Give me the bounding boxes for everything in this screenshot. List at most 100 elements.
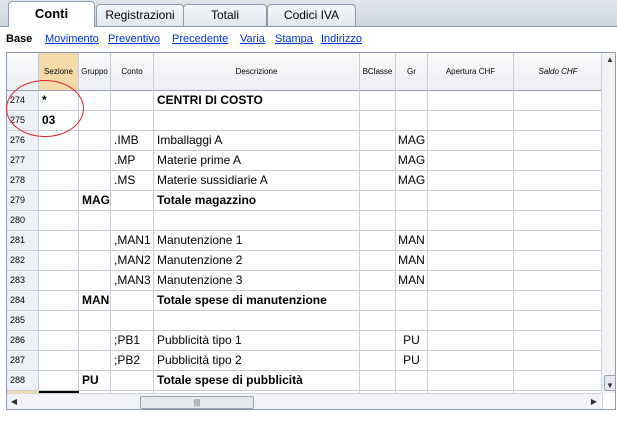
cell-sezione[interactable] [39, 131, 79, 151]
cell-bclasse[interactable] [360, 371, 396, 391]
cell-conto[interactable] [111, 211, 154, 231]
table-row[interactable]: 287 ;PB2 Pubblicità tipo 2 PU [7, 351, 603, 371]
tab-codici-iva[interactable]: Codici IVA [267, 4, 356, 26]
cell-conto[interactable]: ,MAN2 [111, 251, 154, 271]
view-varia[interactable]: Varia [240, 33, 265, 45]
cell-gr[interactable]: MAN [396, 231, 428, 251]
column-header-apertura[interactable]: Apertura CHF [428, 53, 514, 91]
cell-conto[interactable] [111, 291, 154, 311]
cell-descrizione[interactable] [154, 311, 360, 331]
cell-sezione[interactable] [39, 151, 79, 171]
cell-gr[interactable]: PU [396, 351, 428, 371]
cell-descrizione[interactable]: CENTRI DI COSTO [154, 91, 360, 111]
view-movimento[interactable]: Movimento [45, 33, 99, 45]
table-row[interactable]: 275 03 [7, 111, 603, 131]
cell-gr[interactable]: MAG [396, 171, 428, 191]
cell-gr[interactable] [396, 91, 428, 111]
cell-sezione[interactable] [39, 351, 79, 371]
cell-sezione[interactable] [39, 171, 79, 191]
cell-gruppo[interactable] [79, 91, 111, 111]
view-precedente[interactable]: Precedente [172, 33, 228, 45]
cell-bclasse[interactable] [360, 331, 396, 351]
cell-apertura[interactable] [428, 111, 514, 131]
cell-gr[interactable]: PU [396, 331, 428, 351]
table-row[interactable]: 279 MAG Totale magazzino [7, 191, 603, 211]
view-stampa[interactable]: Stampa [275, 33, 313, 45]
view-indirizzo[interactable]: Indirizzo [321, 33, 362, 45]
horizontal-scroll-thumb[interactable]: ||| [140, 396, 254, 409]
cell-descrizione[interactable]: Materie prime A [154, 151, 360, 171]
cell-apertura[interactable] [428, 291, 514, 311]
cell-conto[interactable]: ;PB2 [111, 351, 154, 371]
cell-apertura[interactable] [428, 371, 514, 391]
cell-gruppo[interactable] [79, 251, 111, 271]
table-row[interactable]: 284 MAN Totale spese di manutenzione [7, 291, 603, 311]
cell-saldo[interactable] [514, 91, 603, 111]
table-row[interactable]: 285 [7, 311, 603, 331]
table-row[interactable]: 278 .MS Materie sussidiarie A MAG [7, 171, 603, 191]
cell-descrizione[interactable]: Manutenzione 1 [154, 231, 360, 251]
cell-gr[interactable] [396, 291, 428, 311]
cell-bclasse[interactable] [360, 111, 396, 131]
cell-bclasse[interactable] [360, 271, 396, 291]
cell-bclasse[interactable] [360, 151, 396, 171]
cell-gruppo[interactable] [79, 151, 111, 171]
table-row[interactable]: 274 * CENTRI DI COSTO [7, 91, 603, 111]
cell-descrizione[interactable]: Pubblicità tipo 1 [154, 331, 360, 351]
cell-conto[interactable]: .MP [111, 151, 154, 171]
cell-sezione[interactable] [39, 371, 79, 391]
cell-saldo[interactable] [514, 131, 603, 151]
cell-gruppo[interactable] [79, 111, 111, 131]
cell-apertura[interactable] [428, 131, 514, 151]
cell-gruppo[interactable] [79, 351, 111, 371]
cell-conto[interactable]: ,MAN1 [111, 231, 154, 251]
cell-bclasse[interactable] [360, 171, 396, 191]
view-preventivo[interactable]: Preventivo [108, 33, 160, 45]
column-header-sezione[interactable]: Sezione [39, 53, 79, 91]
cell-apertura[interactable] [428, 311, 514, 331]
cell-bclasse[interactable] [360, 231, 396, 251]
table-row[interactable]: 282 ,MAN2 Manutenzione 2 MAN [7, 251, 603, 271]
cell-apertura[interactable] [428, 191, 514, 211]
view-base[interactable]: Base [6, 33, 32, 45]
cell-sezione[interactable] [39, 331, 79, 351]
cell-saldo[interactable] [514, 351, 603, 371]
cell-apertura[interactable] [428, 171, 514, 191]
cell-saldo[interactable] [514, 151, 603, 171]
cell-gruppo[interactable] [79, 331, 111, 351]
column-header-descrizione[interactable]: Descrizione [154, 53, 360, 91]
column-header-gruppo[interactable]: Gruppo [79, 53, 111, 91]
column-header-gr[interactable]: Gr [396, 53, 428, 91]
column-header-conto[interactable]: Conto [111, 53, 154, 91]
row-number-header[interactable] [7, 53, 39, 91]
cell-descrizione[interactable]: Pubblicità tipo 2 [154, 351, 360, 371]
table-row[interactable]: 276 .IMB Imballaggi A MAG [7, 131, 603, 151]
table-row[interactable]: 277 .MP Materie prime A MAG [7, 151, 603, 171]
cell-gruppo[interactable] [79, 231, 111, 251]
cell-conto[interactable]: .MS [111, 171, 154, 191]
cell-gruppo[interactable] [79, 171, 111, 191]
scroll-left-arrow-icon[interactable]: ◀ [7, 394, 21, 409]
cell-gruppo[interactable] [79, 271, 111, 291]
table-row[interactable]: 288 PU Totale spese di pubblicità [7, 371, 603, 391]
cell-bclasse[interactable] [360, 251, 396, 271]
column-header-saldo[interactable]: Saldo CHF [514, 53, 603, 91]
cell-descrizione[interactable]: Imballaggi A [154, 131, 360, 151]
cell-saldo[interactable] [514, 171, 603, 191]
cell-descrizione[interactable]: Manutenzione 2 [154, 251, 360, 271]
tab-conti[interactable]: Conti [8, 1, 95, 27]
tab-registrazioni[interactable]: Registrazioni [96, 4, 184, 26]
cell-descrizione[interactable]: Totale magazzino [154, 191, 360, 211]
cell-apertura[interactable] [428, 231, 514, 251]
cell-descrizione[interactable]: Materie sussidiarie A [154, 171, 360, 191]
cell-gr[interactable] [396, 311, 428, 331]
cell-descrizione[interactable] [154, 211, 360, 231]
cell-apertura[interactable] [428, 151, 514, 171]
cell-sezione[interactable] [39, 311, 79, 331]
cell-saldo[interactable] [514, 251, 603, 271]
cell-gr[interactable] [396, 371, 428, 391]
cell-bclasse[interactable] [360, 351, 396, 371]
cell-sezione[interactable]: * [39, 91, 79, 111]
cell-gruppo[interactable] [79, 211, 111, 231]
cell-gr[interactable]: MAN [396, 251, 428, 271]
